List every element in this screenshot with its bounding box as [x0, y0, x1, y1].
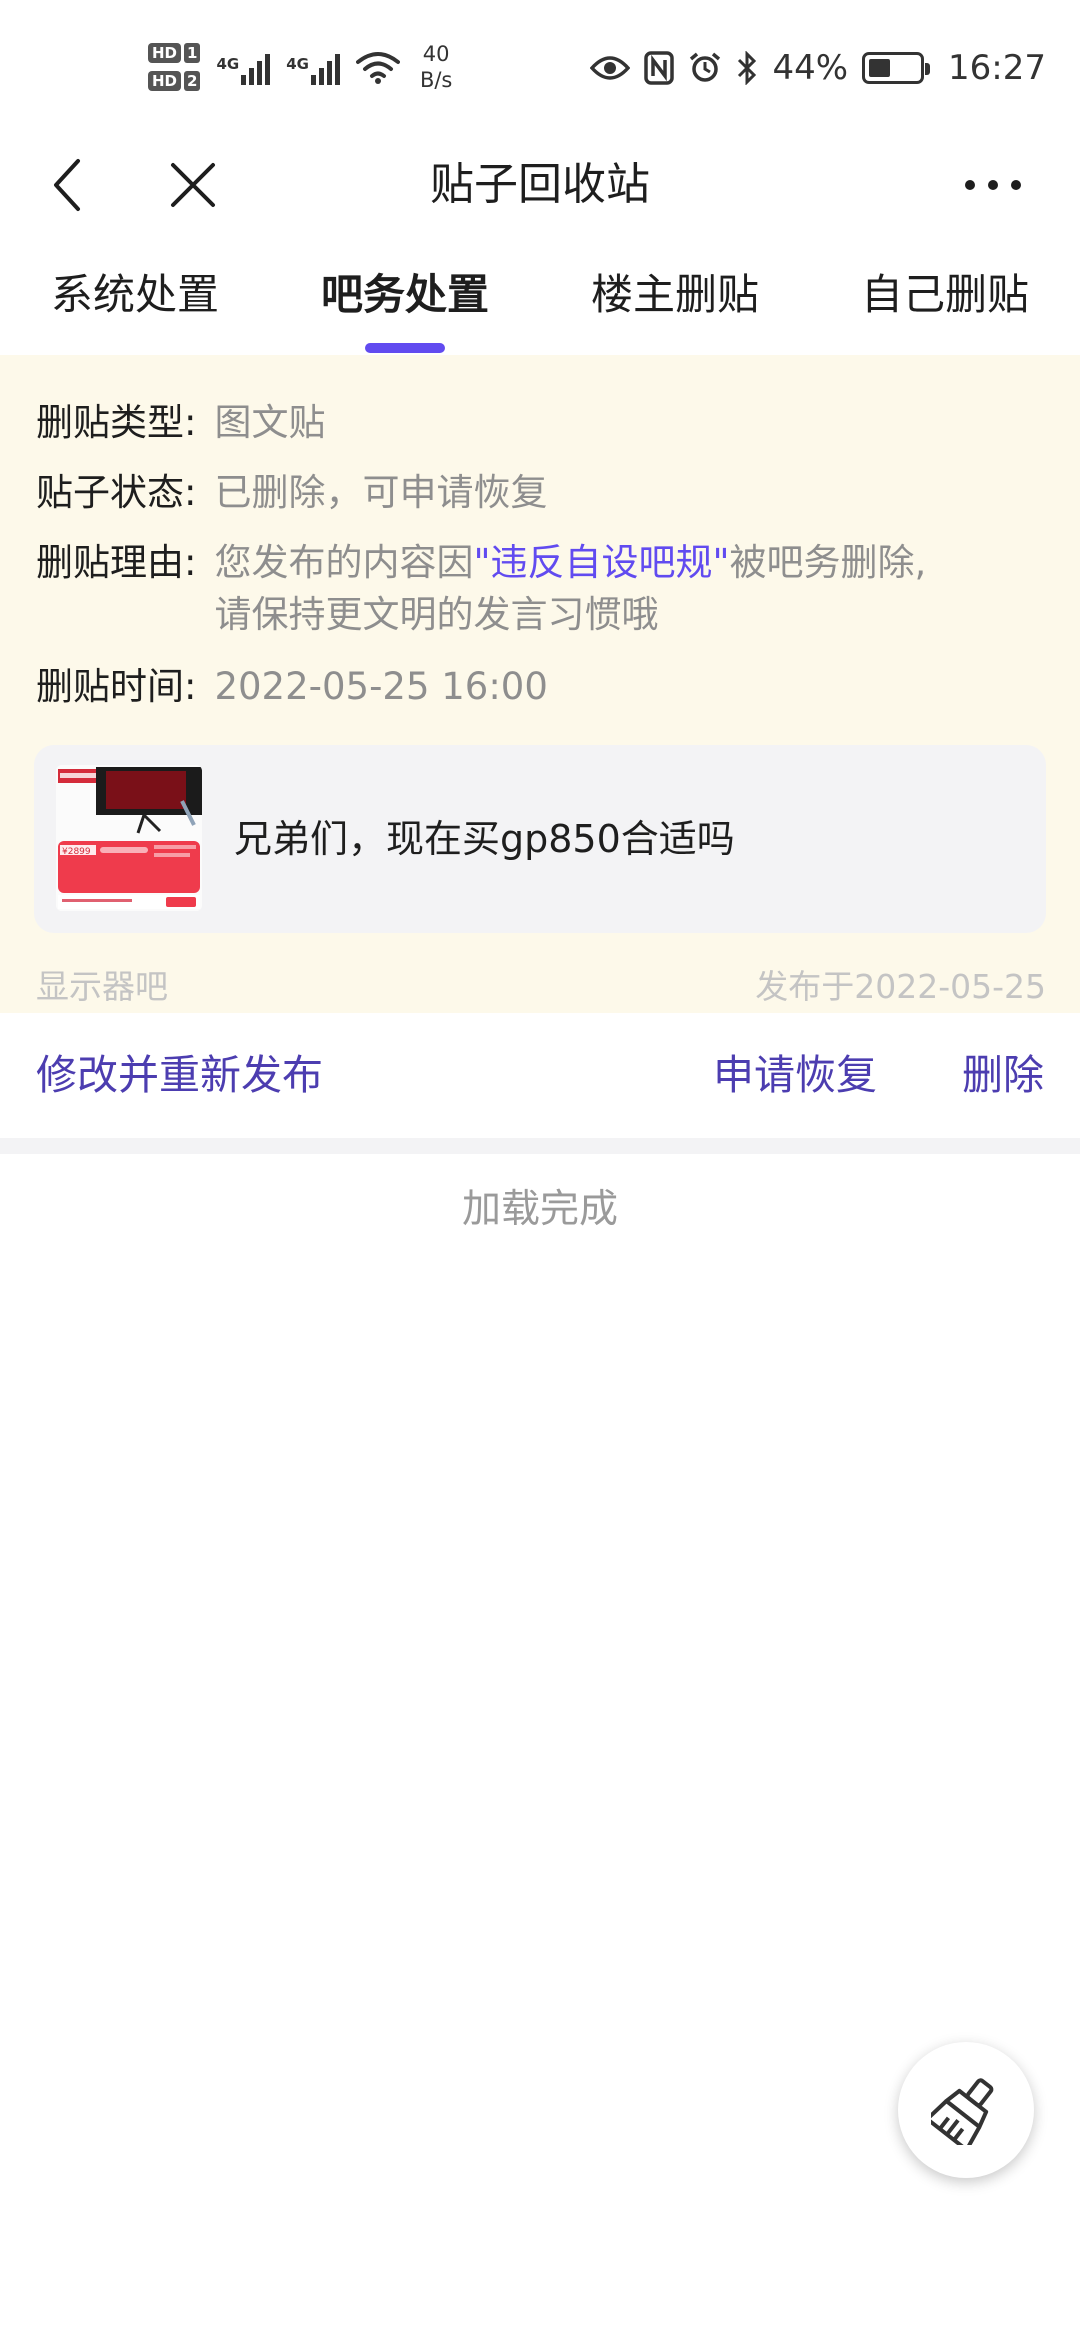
battery-percent: 44%: [772, 48, 849, 88]
edit-republish-button[interactable]: 修改并重新发布: [36, 1013, 323, 1138]
tab-op-deleted[interactable]: 楼主删贴: [540, 250, 810, 355]
chevron-left-icon: [54, 159, 80, 211]
reason-suffix: 被吧务删除,: [729, 541, 927, 584]
broom-icon: [931, 2078, 994, 2145]
close-icon: [171, 163, 215, 207]
more-icon: [965, 180, 1021, 190]
tab-bar: 系统处置 吧务处置 楼主删贴 自己删贴: [0, 250, 1080, 355]
reason-line-2: 请保持更文明的发言习惯哦: [214, 593, 659, 636]
post-status-row: 贴子状态: 已删除，可申请恢复: [36, 467, 547, 519]
speed-unit: B/s: [419, 68, 453, 92]
page-title: 贴子回收站: [430, 159, 650, 210]
hd-badge: HD: [148, 43, 182, 63]
sim2-indicator: HD 2: [148, 71, 201, 91]
close-button[interactable]: [148, 130, 238, 240]
section-divider: [0, 1138, 1080, 1154]
nav-bar: 贴子回收站: [0, 130, 1080, 240]
delete-reason-label: 删贴理由:: [36, 541, 197, 584]
signal-2: 4G: [286, 49, 340, 85]
signal-1: 4G: [216, 49, 271, 85]
load-complete-text: 加载完成: [461, 1187, 618, 1232]
delete-reason-value: 您发布的内容因"违反自设吧规"被吧务删除, 请保持更文明的发言习惯哦: [214, 537, 926, 641]
delete-type-row: 删贴类型: 图文贴: [36, 397, 325, 449]
post-thumbnail: ¥2899: [56, 765, 202, 911]
post-title: 兄弟们，现在买gp850合适吗: [234, 817, 735, 861]
forum-name[interactable]: 显示器吧: [36, 960, 168, 1008]
thumb-price: ¥2899: [62, 847, 91, 857]
deleted-post-card: 删贴类型: 图文贴 贴子状态: 已删除，可申请恢复 删贴理由: 您发布的内容因"…: [0, 355, 1080, 1013]
post-status-value: 已删除，可申请恢复: [214, 471, 548, 514]
delete-type-label: 删贴类型:: [36, 401, 197, 444]
speed-value: 40: [422, 42, 450, 66]
clock: 16:27: [948, 48, 1046, 88]
clear-all-button[interactable]: [898, 2042, 1034, 2178]
nfc-icon: [644, 51, 675, 85]
sim1-indicator: HD 1: [148, 43, 201, 63]
thumbnail-image: ¥2899: [56, 765, 202, 911]
publish-date: 发布于2022-05-25: [755, 967, 1046, 1006]
eye-icon: [590, 56, 631, 80]
battery-level: [869, 59, 891, 77]
back-button[interactable]: [22, 130, 112, 240]
sim2-number: 2: [184, 71, 201, 91]
signal-icon: [241, 49, 271, 85]
status-bar: HD 1 HD 2 4G 4G 40 B/s 44% 16:27: [0, 0, 1080, 130]
network-speed: 40 B/s: [420, 41, 452, 93]
reason-prefix: 您发布的内容因: [214, 541, 474, 584]
delete-time-label: 删贴时间:: [36, 665, 197, 708]
bluetooth-icon: [738, 51, 757, 85]
hd-badge: HD: [148, 71, 182, 91]
post-preview[interactable]: ¥2899 兄弟们，现在买gp850合适吗: [34, 745, 1046, 933]
sim-indicators: HD 1 HD 2: [148, 43, 201, 91]
alarm-icon: [690, 52, 721, 82]
signal-icon: [310, 49, 340, 85]
reason-line-1: 您发布的内容因"违反自设吧规"被吧务删除,: [214, 537, 926, 589]
sim1-number: 1: [184, 43, 201, 63]
delete-time-row: 删贴时间: 2022-05-25 16:00: [36, 661, 548, 713]
wifi-icon: [355, 52, 400, 84]
tab-self-deleted[interactable]: 自己删贴: [810, 250, 1080, 355]
net-type-1: 4G: [216, 55, 240, 73]
more-button[interactable]: [948, 130, 1038, 240]
action-bar: 修改并重新发布 申请恢复 删除: [0, 1013, 1080, 1138]
tab-admin-handled[interactable]: 吧务处置: [270, 250, 540, 355]
net-type-2: 4G: [286, 55, 309, 73]
status-left: HD 1 HD 2 4G 4G 40 B/s: [148, 36, 452, 98]
post-status-label: 贴子状态:: [36, 471, 197, 514]
delete-time-value: 2022-05-25 16:00: [214, 665, 548, 708]
status-right: 44% 16:27: [590, 40, 1046, 96]
apply-restore-button[interactable]: 申请恢复: [713, 1013, 877, 1138]
delete-button[interactable]: 删除: [962, 1013, 1044, 1138]
battery-icon: [862, 52, 931, 84]
delete-reason-row: 删贴理由: 您发布的内容因"违反自设吧规"被吧务删除, 请保持更文明的发言习惯哦: [36, 537, 926, 641]
tab-system-handled[interactable]: 系统处置: [0, 250, 270, 355]
reason-rule-link[interactable]: "违反自设吧规": [473, 541, 729, 584]
delete-type-value: 图文贴: [214, 401, 326, 444]
